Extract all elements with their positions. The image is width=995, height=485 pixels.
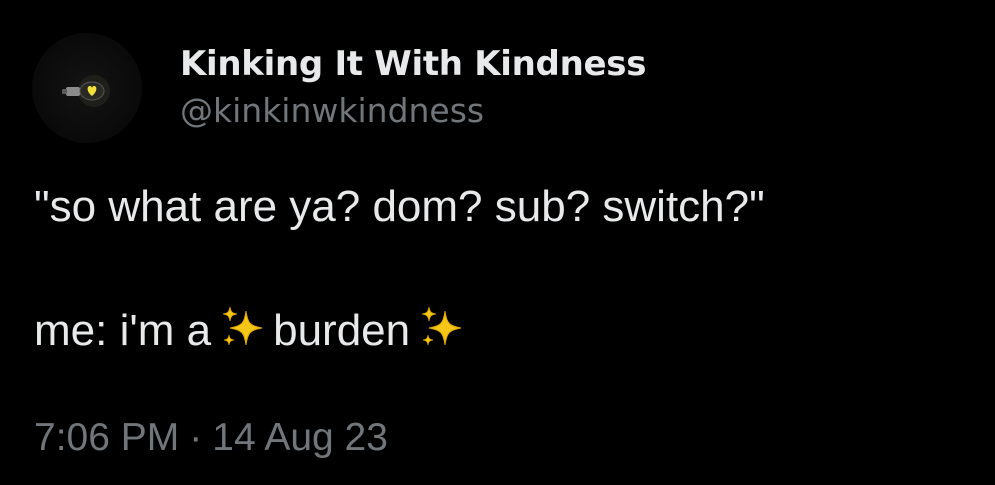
tweet-line-2-prefix: me: i'm a [34, 306, 212, 355]
sparkles-icon [418, 305, 464, 351]
author-names: Kinking It With Kindness @kinkinwkindnes… [180, 43, 646, 133]
line-spacer [34, 238, 765, 300]
tweet-date: 14 Aug 23 [212, 416, 388, 459]
meta-separator: · [189, 416, 203, 459]
tweet-line-2: me: i'm a burden [34, 300, 765, 362]
tweet-timestamp[interactable]: 7:06 PM · 14 Aug 23 [34, 412, 388, 464]
tweet-card[interactable]: Kinking It With Kindness @kinkinwkindnes… [0, 0, 995, 485]
author-handle[interactable]: @kinkinwkindness [180, 89, 646, 133]
tweet-line-1: "so what are ya? dom? sub? switch?" [34, 182, 765, 231]
tweet-header: Kinking It With Kindness @kinkinwkindnes… [32, 33, 646, 143]
tweet-line-2-word: burden [273, 306, 411, 355]
tweet-time: 7:06 PM [34, 416, 180, 459]
avatar[interactable] [32, 33, 142, 143]
lightbulb-heart-icon [62, 75, 110, 107]
author-display-name[interactable]: Kinking It With Kindness [180, 43, 646, 85]
sparkles-icon [219, 305, 265, 351]
tweet-text: "so what are ya? dom? sub? switch?" me: … [34, 176, 765, 362]
